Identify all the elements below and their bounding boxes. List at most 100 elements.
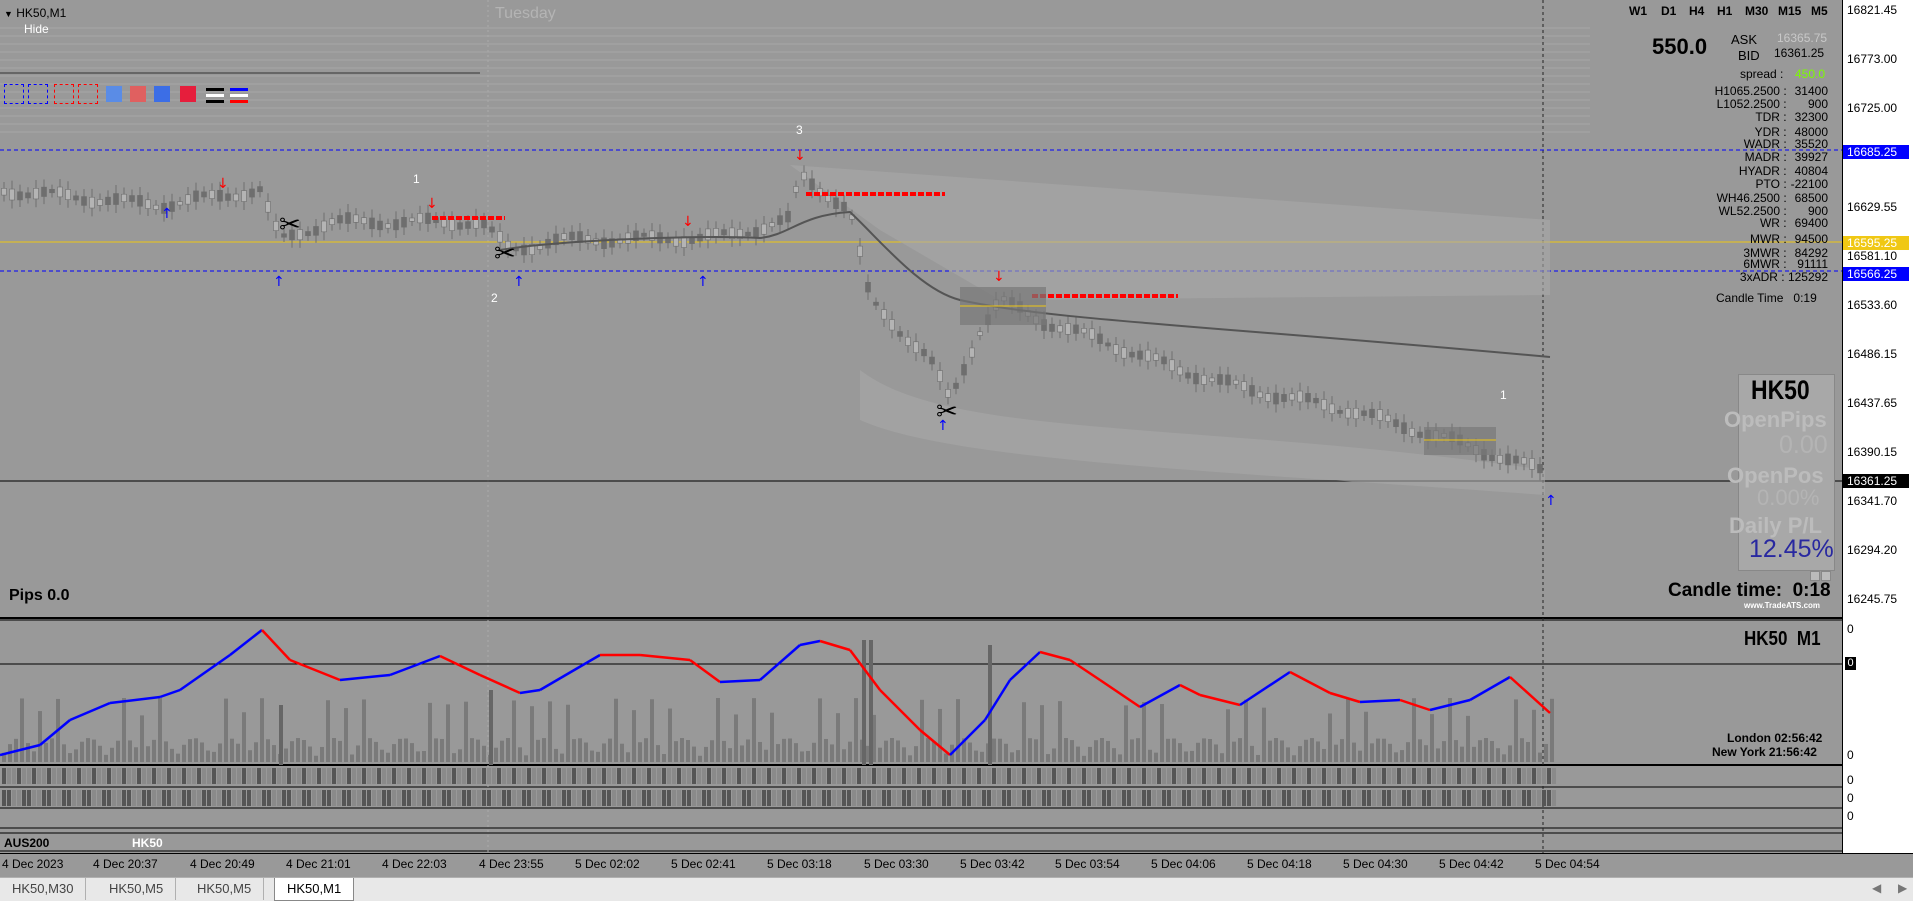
histogram-bar	[262, 790, 266, 806]
histogram-bar	[467, 790, 471, 806]
volume-bar	[1208, 739, 1212, 762]
tf-m15[interactable]: M15	[1778, 4, 1801, 18]
tab-hk50-m5-second[interactable]: HK50,M5	[185, 878, 265, 900]
histogram-bar	[1317, 768, 1321, 784]
histogram-bar	[277, 790, 281, 806]
histogram-bar	[827, 768, 831, 784]
tab-hk50-m1[interactable]: HK50,M1	[274, 878, 355, 901]
candle-body	[777, 215, 783, 225]
stat-row: 3xADR : 125292	[1680, 270, 1828, 284]
swatch-light-blue[interactable]	[106, 86, 122, 102]
histogram-bar	[1512, 768, 1516, 784]
candle-body	[449, 219, 455, 231]
histogram-bar	[282, 768, 286, 784]
histogram-bar	[492, 790, 496, 806]
swatch-red-outline[interactable]	[54, 84, 74, 104]
tf-m5[interactable]: M5	[1811, 4, 1828, 18]
histogram-bar	[362, 768, 366, 784]
histogram-bar	[307, 790, 311, 806]
candle-body	[225, 193, 231, 201]
histogram-bar	[172, 790, 176, 806]
oscillator-segment	[229, 629, 263, 656]
price-chart-canvas[interactable]: ↓↓↓↓↓↑↑ ↑ ↑↑↑✂✂✂	[0, 0, 1913, 853]
candle-body	[1065, 323, 1071, 335]
price-axis[interactable]	[1842, 0, 1913, 853]
swatch-red-dashed[interactable]	[78, 84, 98, 104]
oscillator-segment	[799, 639, 821, 647]
histogram-bar	[1152, 790, 1156, 806]
tf-d1[interactable]: D1	[1661, 4, 1676, 18]
swatch-blue-red-lines[interactable]	[230, 86, 248, 103]
candle-body	[769, 222, 775, 228]
histogram-bar	[2, 768, 6, 784]
histogram-bar	[847, 790, 851, 806]
histogram-bar	[562, 768, 566, 784]
price-axis-label: 16341.70	[1847, 494, 1898, 508]
tf-w1[interactable]: W1	[1629, 4, 1647, 18]
histogram-bar	[1287, 790, 1291, 806]
histogram-bar	[1257, 768, 1261, 784]
volume-bar	[566, 704, 570, 762]
swatch-blue[interactable]	[154, 86, 170, 102]
swatch-black-white-lines[interactable]	[206, 86, 224, 103]
volume-bar	[1286, 747, 1290, 762]
oscillator-segment	[759, 644, 801, 681]
histogram-bar	[807, 768, 811, 784]
histogram-bar	[1097, 790, 1101, 806]
candle-body	[1089, 328, 1095, 340]
tab-hk50-m5[interactable]: HK50,M5	[97, 878, 177, 900]
volume-bar	[260, 698, 264, 762]
histogram-bar	[1027, 768, 1031, 784]
histogram-bar	[752, 768, 756, 784]
histogram-bar	[937, 768, 941, 784]
histogram-bar	[522, 790, 526, 806]
volume-bar	[86, 738, 90, 762]
histogram-bar	[227, 790, 231, 806]
volume-bar	[650, 699, 654, 762]
volume-bar	[998, 738, 1002, 762]
candle-body	[1057, 325, 1063, 333]
tab-hk50-m30[interactable]: HK50,M30	[0, 878, 87, 900]
histogram-bar	[1197, 790, 1201, 806]
swatch-red[interactable]	[180, 86, 196, 102]
candle-body	[393, 219, 399, 231]
histogram-bar	[12, 790, 16, 806]
histogram-bar	[802, 768, 806, 784]
swatch-blue-dashed[interactable]	[28, 84, 48, 104]
bid-value: 16361.25	[1774, 46, 1825, 60]
volume-bar	[854, 698, 858, 762]
volume-bar	[122, 698, 126, 762]
swatch-light-red[interactable]	[130, 86, 146, 102]
candle-body	[1409, 428, 1415, 437]
tf-h4[interactable]: H4	[1689, 4, 1704, 18]
main-chart[interactable]: ↓ ↓ ↓ ↓ ↓ ↑ ↑ ↑ ↑ ↑ ↑ ✂ ✂ ✂	[0, 0, 1842, 853]
scroll-right-icon[interactable]: ▶	[1898, 881, 1907, 895]
tf-m30[interactable]: M30	[1745, 4, 1768, 18]
up-arrow-icon: ↑	[1545, 493, 1557, 509]
histogram-bar	[1072, 768, 1076, 784]
histogram-bar	[167, 768, 171, 784]
volume-bar	[176, 753, 180, 762]
histogram-bar	[187, 768, 191, 784]
swatch-blue-outline[interactable]	[4, 84, 24, 104]
histogram-bar	[1537, 790, 1541, 806]
volume-bar	[908, 755, 912, 762]
histogram-bar	[377, 768, 381, 784]
histogram-bar	[1417, 768, 1421, 784]
histogram-bar	[937, 790, 941, 806]
time-axis-label: 4 Dec 2023	[2, 857, 64, 871]
hide-button[interactable]: Hide	[24, 22, 49, 36]
price-axis-label: 16245.75	[1847, 592, 1898, 606]
tf-h1[interactable]: H1	[1717, 4, 1732, 18]
volume-bar	[1016, 750, 1020, 762]
volume-bar	[1496, 748, 1500, 762]
histogram-bar	[252, 768, 256, 784]
histogram-bar	[447, 768, 451, 784]
up-arrow-icon: ↑	[161, 206, 173, 222]
histogram-bar	[562, 790, 566, 806]
scroll-left-icon[interactable]: ◀	[1872, 881, 1881, 895]
volume-bar	[116, 740, 120, 762]
dropdown-triangle-icon[interactable]: ▼	[4, 9, 13, 19]
histogram-bar	[747, 790, 751, 806]
histogram-bar	[452, 790, 456, 806]
